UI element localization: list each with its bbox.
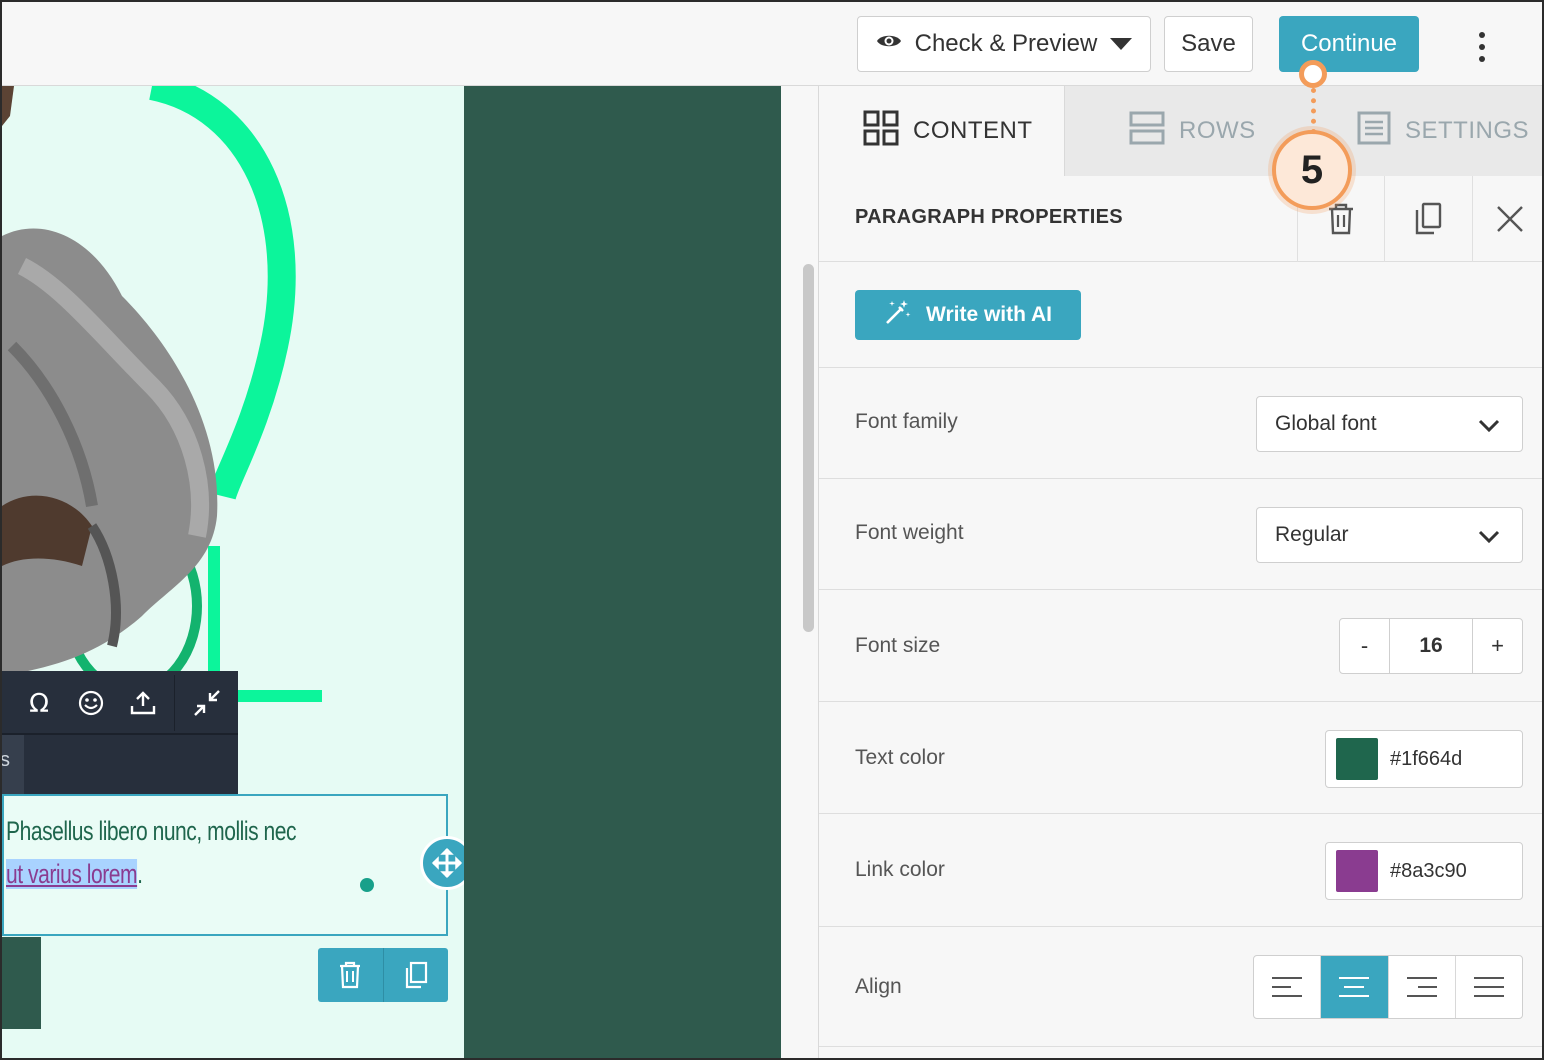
align-justify-icon[interactable] bbox=[1456, 956, 1522, 1018]
continue-label: Continue bbox=[1300, 30, 1398, 57]
tab-rows[interactable]: ROWS bbox=[1129, 86, 1256, 176]
link-color-input[interactable]: #8a3c90 bbox=[1325, 842, 1523, 900]
check-preview-button[interactable]: Check & Preview bbox=[857, 16, 1151, 72]
tab-content[interactable]: CONTENT bbox=[819, 86, 1065, 176]
link-color-row: Link color #8a3c90 bbox=[819, 813, 1542, 926]
font-family-row: Font family Global font bbox=[819, 367, 1542, 478]
panel-tabs: CONTENT ROWS SETTINGS bbox=[819, 86, 1542, 176]
font-size-stepper: - 16 + bbox=[1339, 618, 1523, 674]
more-options-icon[interactable] bbox=[1472, 32, 1492, 62]
duplicate-block-icon[interactable] bbox=[382, 948, 449, 1002]
font-family-select[interactable]: Global font bbox=[1256, 396, 1523, 452]
font-weight-value: Regular bbox=[1275, 523, 1349, 546]
font-size-row: Font size - 16 + bbox=[819, 589, 1542, 701]
tab-content-label: CONTENT bbox=[913, 117, 1033, 144]
app-window: Check & Preview Save Continue Ω Phasellu… bbox=[0, 0, 1544, 1060]
chevron-down-icon bbox=[1478, 526, 1500, 550]
special-character-icon[interactable]: Ω bbox=[14, 675, 64, 731]
write-with-ai-label: Write with AI bbox=[926, 303, 1052, 326]
align-left-icon[interactable] bbox=[1254, 956, 1322, 1018]
next-row-divider bbox=[819, 1046, 1542, 1058]
tab-settings[interactable]: SETTINGS bbox=[1357, 86, 1529, 176]
paragraph-link[interactable]: ut varius lorem bbox=[6, 859, 138, 889]
paragraph-line-2: ut varius lorem. bbox=[6, 859, 143, 890]
increase-button[interactable]: + bbox=[1472, 619, 1522, 673]
align-button-group bbox=[1253, 955, 1523, 1019]
paragraph-line-1: Phasellus libero nunc, mollis nec bbox=[6, 816, 297, 846]
callout-number: 5 bbox=[1300, 147, 1324, 192]
close-icon[interactable] bbox=[1472, 176, 1542, 262]
align-label: Align bbox=[855, 975, 902, 998]
callout-connector bbox=[1311, 88, 1316, 134]
font-weight-select[interactable]: Regular bbox=[1256, 507, 1523, 563]
paragraph-period: . bbox=[137, 859, 143, 889]
dark-green-column bbox=[464, 86, 781, 1058]
properties-title: PARAGRAPH PROPERTIES bbox=[855, 206, 1123, 228]
paragraph-block[interactable]: Phasellus libero nunc, mollis nec ut var… bbox=[2, 794, 448, 936]
block-actions bbox=[318, 948, 448, 1002]
text-color-label: Text color bbox=[855, 746, 945, 769]
align-center-icon[interactable] bbox=[1321, 956, 1389, 1018]
eye-icon bbox=[875, 30, 903, 58]
continue-button[interactable]: Continue bbox=[1279, 16, 1419, 72]
font-weight-label: Font weight bbox=[855, 521, 964, 544]
tab-settings-label: SETTINGS bbox=[1405, 117, 1530, 144]
emoji-icon[interactable] bbox=[66, 675, 116, 731]
chevron-down-icon bbox=[1478, 415, 1500, 439]
text-color-swatch[interactable] bbox=[1336, 738, 1378, 780]
tab-rows-label: ROWS bbox=[1179, 117, 1256, 144]
link-color-label: Link color bbox=[855, 858, 945, 881]
delete-block-icon[interactable] bbox=[318, 948, 383, 1002]
caret-down-icon bbox=[1109, 30, 1133, 58]
align-right-icon[interactable] bbox=[1389, 956, 1456, 1018]
link-color-value: #8a3c90 bbox=[1390, 859, 1467, 882]
email-canvas: Ω s Phasellus libero nunc, mollis nec ut… bbox=[2, 86, 464, 1058]
font-size-input[interactable]: 16 bbox=[1390, 619, 1472, 673]
toolbar-row-peek[interactable]: s bbox=[2, 735, 24, 795]
properties-header: PARAGRAPH PROPERTIES bbox=[819, 176, 1542, 262]
upload-icon[interactable] bbox=[118, 675, 168, 731]
font-size-label: Font size bbox=[855, 634, 941, 657]
text-color-value: #1f664d bbox=[1390, 747, 1463, 770]
check-preview-label: Check & Preview bbox=[914, 30, 1098, 57]
collapse-icon[interactable] bbox=[182, 675, 232, 731]
properties-panel: CONTENT ROWS SETTINGS PARAGRAPH PROPERTI… bbox=[818, 86, 1542, 1058]
align-row: Align bbox=[819, 926, 1542, 1046]
canvas-scrollbar[interactable] bbox=[803, 264, 814, 632]
callout-badge: 5 bbox=[1272, 130, 1352, 210]
font-weight-row: Font weight Regular bbox=[819, 478, 1542, 589]
grid-icon bbox=[863, 110, 899, 153]
text-editor-toolbar: Ω s bbox=[2, 671, 238, 795]
magic-wand-icon bbox=[884, 298, 912, 332]
decrease-button[interactable]: - bbox=[1340, 619, 1390, 673]
font-family-label: Font family bbox=[855, 410, 958, 433]
duplicate-icon[interactable] bbox=[1384, 176, 1471, 262]
settings-list-icon bbox=[1357, 111, 1391, 152]
text-color-row: Text color #1f664d bbox=[819, 701, 1542, 813]
cursor-dot bbox=[360, 878, 374, 892]
dark-row-stub bbox=[2, 937, 41, 1029]
svg-text:Ω: Ω bbox=[29, 690, 49, 716]
toolbar-peek-text: s bbox=[2, 749, 10, 772]
text-color-input[interactable]: #1f664d bbox=[1325, 730, 1523, 788]
write-with-ai-button[interactable]: Write with AI bbox=[855, 290, 1081, 340]
callout-pointer bbox=[1299, 60, 1327, 88]
save-label: Save bbox=[1181, 30, 1236, 57]
rows-icon bbox=[1129, 110, 1165, 153]
save-button[interactable]: Save bbox=[1164, 16, 1253, 72]
link-color-swatch[interactable] bbox=[1336, 850, 1378, 892]
font-family-value: Global font bbox=[1275, 412, 1377, 435]
